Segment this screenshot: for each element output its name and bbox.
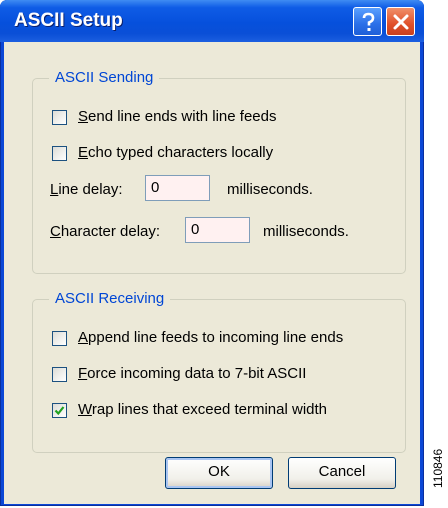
checkmark-icon [54, 406, 65, 416]
question-mark-icon [362, 12, 375, 31]
character-delay-input[interactable]: 0 [185, 217, 250, 243]
ascii-setup-dialog: ASCII Setup ASCII Sending Send line ends… [0, 0, 424, 506]
force-7bit-label: Force incoming data to 7-bit ASCII [78, 365, 307, 382]
ok-button[interactable]: OK [165, 457, 273, 489]
send-line-ends-label: Send line ends with line feeds [78, 108, 277, 125]
character-delay-unit: milliseconds. [263, 223, 349, 240]
character-delay-label: Character delay: [50, 223, 161, 240]
line-delay-unit: milliseconds. [227, 181, 313, 198]
figure-number: 110846 [431, 448, 445, 488]
line-delay-label: Line delay: [50, 181, 123, 198]
title-bar[interactable]: ASCII Setup [0, 0, 424, 42]
x-close-icon [393, 14, 409, 30]
line-delay-input[interactable]: 0 [145, 175, 210, 201]
help-button[interactable] [353, 7, 382, 36]
echo-typed-checkbox[interactable] [52, 146, 67, 161]
append-line-feeds-label: Append line feeds to incoming line ends [78, 329, 344, 346]
ascii-sending-legend: ASCII Sending [49, 69, 160, 86]
ascii-sending-group: ASCII Sending Send line ends with line f… [32, 69, 406, 274]
cancel-button[interactable]: Cancel [288, 457, 396, 489]
ascii-receiving-legend: ASCII Receiving [49, 290, 171, 307]
force-7bit-checkbox[interactable] [52, 367, 67, 382]
append-line-feeds-checkbox[interactable] [52, 331, 67, 346]
window-title: ASCII Setup [14, 10, 123, 31]
send-line-ends-checkbox[interactable] [52, 110, 67, 125]
echo-typed-label: Echo typed characters locally [78, 144, 274, 161]
wrap-lines-label: Wrap lines that exceed terminal width [78, 401, 328, 418]
dialog-client-area: ASCII Sending Send line ends with line f… [4, 42, 420, 504]
wrap-lines-checkbox[interactable] [52, 403, 67, 418]
close-button[interactable] [386, 7, 415, 36]
ascii-receiving-group: ASCII Receiving Append line feeds to inc… [32, 290, 406, 453]
